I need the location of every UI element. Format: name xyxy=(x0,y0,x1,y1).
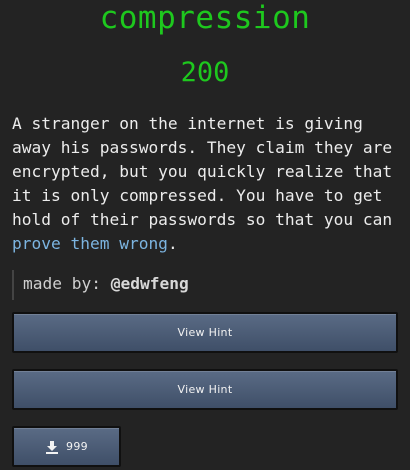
challenge-title: compression xyxy=(99,0,311,36)
description-text: A stranger on the internet is giving awa… xyxy=(12,114,393,229)
view-hint-label-1: View Hint xyxy=(177,326,233,339)
description-end: . xyxy=(167,234,178,253)
author-handle: @edwfeng xyxy=(110,274,189,293)
author-credit: made by: @edwfeng xyxy=(12,270,189,300)
download-icon xyxy=(45,440,59,454)
view-hint-label-2: View Hint xyxy=(177,383,233,396)
download-count: 999 xyxy=(66,440,88,453)
download-button[interactable]: 999 xyxy=(12,426,121,467)
description-link[interactable]: prove them wrong xyxy=(12,234,168,253)
challenge-description: A stranger on the internet is giving awa… xyxy=(12,112,404,256)
author-prefix: made by: xyxy=(23,274,111,293)
view-hint-button-2[interactable]: View Hint xyxy=(12,369,398,410)
challenge-points: 200 xyxy=(180,57,230,88)
view-hint-button-1[interactable]: View Hint xyxy=(12,312,398,353)
